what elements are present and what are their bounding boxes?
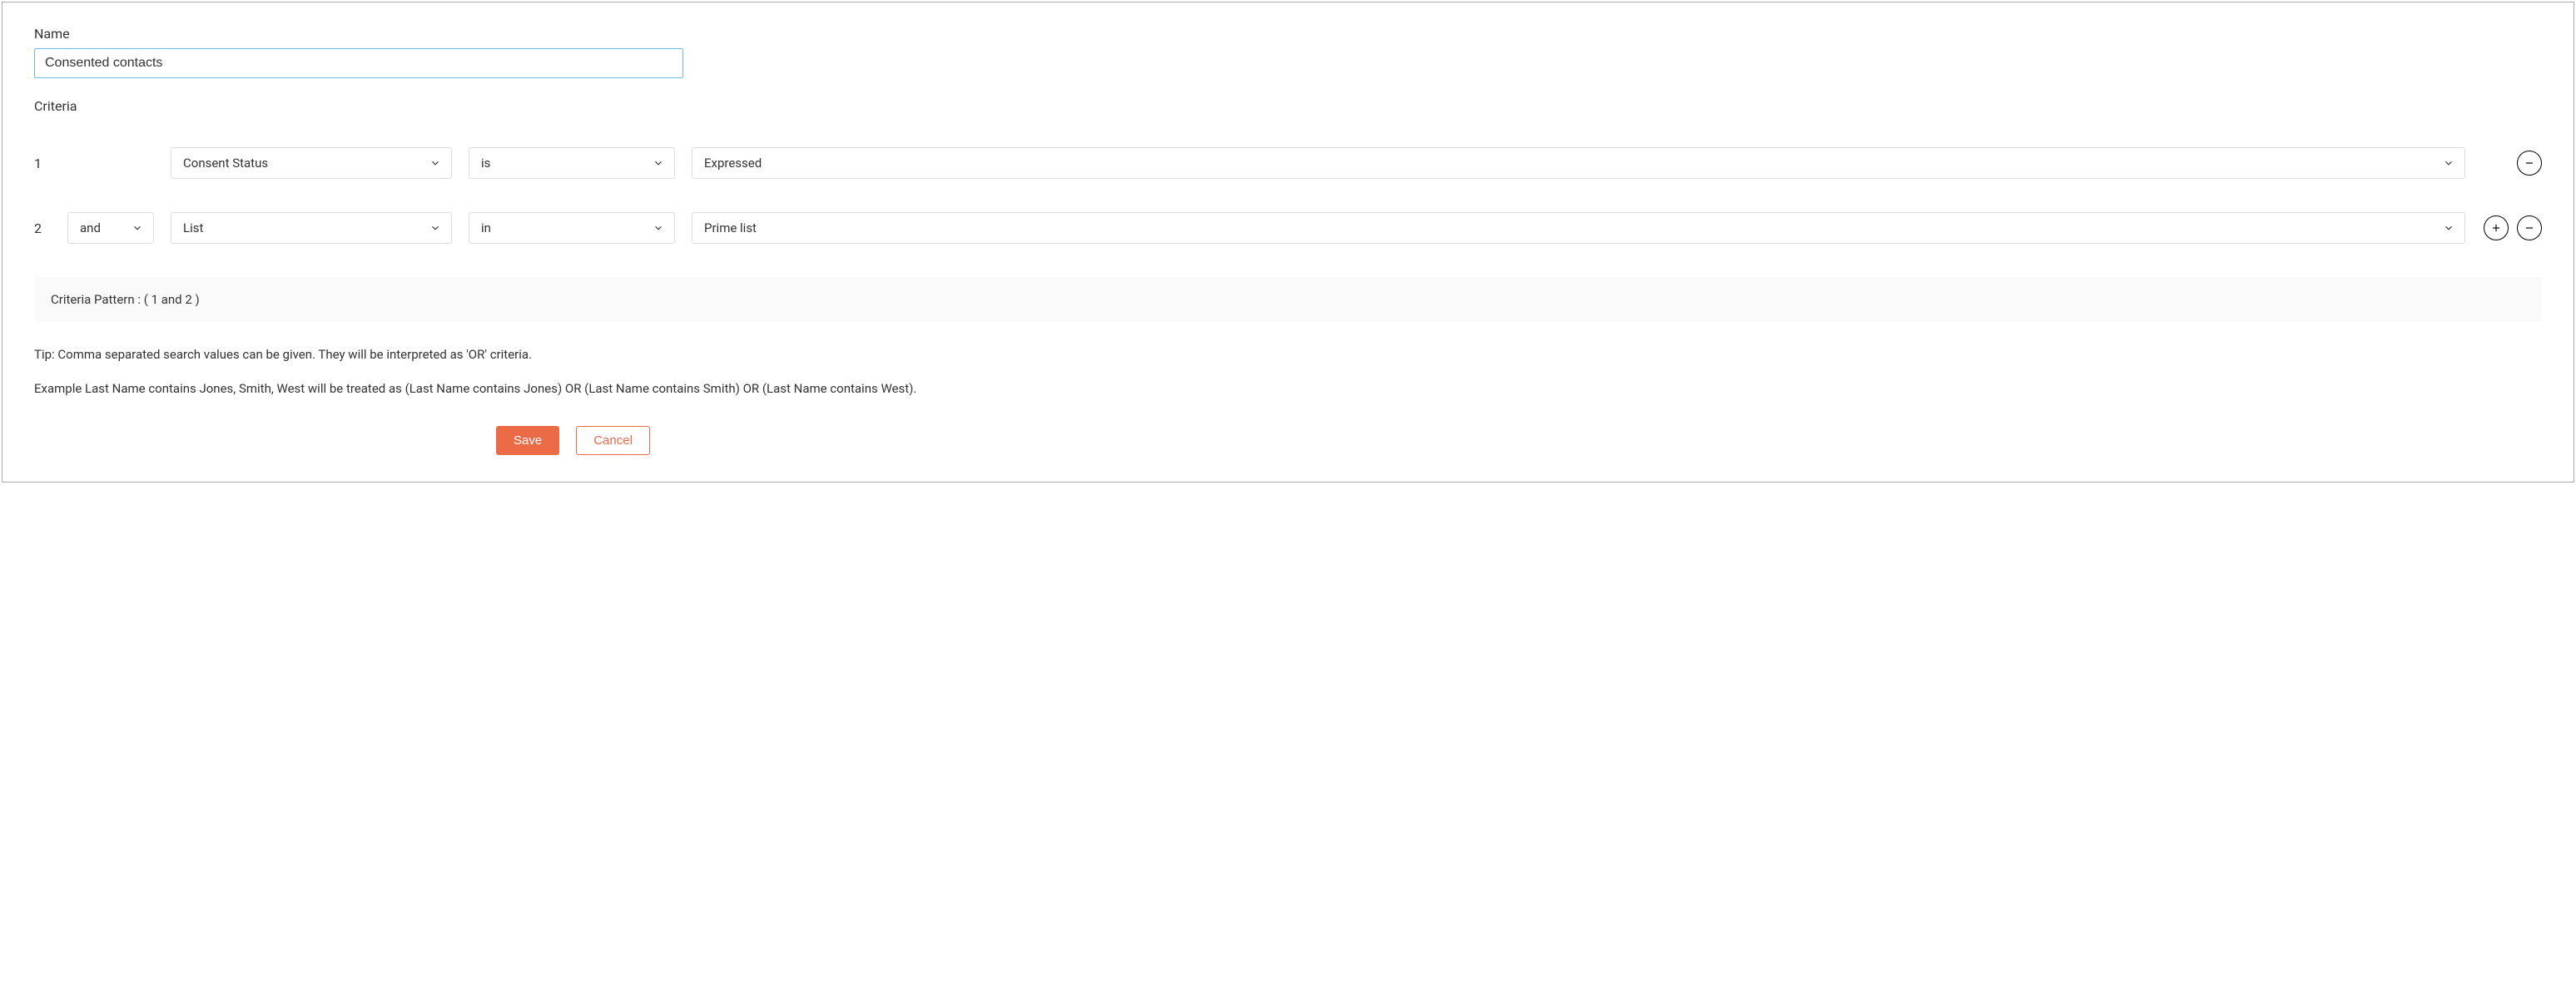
form-container: Name Criteria 1 Consent Status is: [2, 2, 2574, 483]
criteria-section: Criteria 1 Consent Status is: [34, 98, 2542, 455]
operator-select[interactable]: in: [469, 212, 675, 244]
name-label: Name: [34, 26, 2542, 42]
criteria-rows: 1 Consent Status is Expressed: [34, 147, 2542, 244]
logic-select-value: and: [80, 220, 101, 235]
chevron-down-icon: [2443, 157, 2454, 169]
field-select-value: List: [183, 220, 203, 235]
example-text: Example Last Name contains Jones, Smith,…: [34, 379, 2542, 398]
criteria-row: 1 Consent Status is Expressed: [34, 147, 2542, 179]
button-row: Save Cancel: [496, 426, 2542, 455]
operator-select-value: is: [481, 156, 490, 171]
tip-text: Tip: Comma separated search values can b…: [34, 345, 2542, 364]
chevron-down-icon: [429, 157, 441, 169]
field-select[interactable]: List: [171, 212, 452, 244]
remove-row-button[interactable]: [2517, 151, 2542, 176]
name-input[interactable]: [34, 48, 683, 78]
pattern-value: ( 1 and 2 ): [144, 292, 200, 307]
chevron-down-icon: [132, 222, 143, 234]
row-number: 1: [34, 156, 51, 171]
operator-select-value: in: [481, 220, 491, 235]
remove-row-button[interactable]: [2517, 215, 2542, 240]
chevron-down-icon: [429, 222, 441, 234]
criteria-label: Criteria: [34, 98, 2542, 114]
chevron-down-icon: [2443, 222, 2454, 234]
add-row-button[interactable]: [2484, 215, 2509, 240]
chevron-down-icon: [653, 157, 664, 169]
criteria-pattern-bar: Criteria Pattern : ( 1 and 2 ): [34, 277, 2542, 322]
logic-select[interactable]: and: [67, 212, 154, 244]
field-select-value: Consent Status: [183, 156, 268, 171]
value-select-value: Expressed: [704, 156, 762, 171]
row-actions: [2482, 215, 2542, 240]
chevron-down-icon: [653, 222, 664, 234]
cancel-button[interactable]: Cancel: [576, 426, 650, 455]
field-select[interactable]: Consent Status: [171, 147, 452, 179]
operator-select[interactable]: is: [469, 147, 675, 179]
logic-col: and: [67, 212, 154, 244]
row-number: 2: [34, 220, 51, 236]
pattern-label: Criteria Pattern :: [51, 292, 141, 307]
value-select-value: Prime list: [704, 220, 757, 235]
save-button[interactable]: Save: [496, 426, 559, 455]
value-select[interactable]: Prime list: [692, 212, 2465, 244]
row-actions: [2482, 151, 2542, 176]
value-select[interactable]: Expressed: [692, 147, 2465, 179]
criteria-row: 2 and List in: [34, 212, 2542, 244]
